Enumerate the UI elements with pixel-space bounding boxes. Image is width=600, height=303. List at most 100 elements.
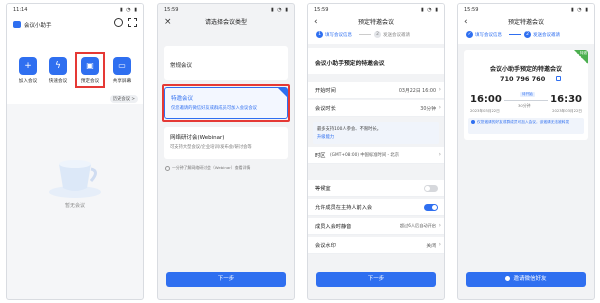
status-icons: ▮ ◔ ▮: [570, 7, 589, 13]
quick-meeting-label: 快速会议: [48, 79, 68, 84]
capacity-notice: 最多支持100人参会、不限时长。 升级能力: [313, 122, 439, 144]
mute-label: 成员入会时静音: [315, 224, 352, 230]
next-button[interactable]: 下一步: [316, 272, 436, 287]
option-webinar[interactable]: 网络研讨会(Webinar) 可支持大型会议/企业培训/发布会/研讨会等: [164, 127, 288, 159]
end-time: 16:30: [550, 94, 582, 105]
status-icons: ▮ ◔ ▮: [270, 7, 289, 13]
invite-notice-text: 仅您邀请的好友或群成员可加入会议，该邀请无法被转发: [477, 120, 570, 124]
duration-label: 会议时长: [315, 106, 336, 112]
timezone-row[interactable]: 时区 (GMT+08:00) 中国标准时间 - 北京 ›: [308, 147, 444, 164]
quick-meeting-button[interactable]: ϟ: [49, 57, 67, 75]
screen-schedule-form: 15:59 ▮ ◔ ▮ ‹ 预定特邀会议 1 填写会议信息 2 发送会议邀请 会…: [307, 3, 445, 300]
join-meeting-label: 加入会议: [18, 79, 38, 84]
start-time-label: 开始时间: [315, 88, 336, 94]
status-time: 15:59: [464, 7, 479, 13]
copy-icon[interactable]: [556, 76, 561, 81]
option-title: 特邀会议: [171, 96, 194, 102]
empty-cup-illustration: [49, 160, 101, 198]
info-icon: [165, 166, 170, 171]
app-title: 会议小助手: [24, 23, 52, 29]
schedule-meeting-label: 预定会议: [80, 79, 100, 84]
history-icon[interactable]: [114, 18, 123, 27]
start-time-value: 03月22日 16:00: [398, 89, 436, 94]
share-screen-label: 共享屏幕: [112, 79, 132, 84]
step-2-dot: 2: [524, 31, 531, 38]
page-title: 预定特邀会议: [507, 19, 544, 26]
join-meeting-button[interactable]: +: [19, 57, 37, 75]
wechat-icon: [505, 276, 511, 281]
start-time: 16:00: [470, 94, 502, 105]
watermark-label: 会议水印: [315, 243, 336, 249]
invite-badge-label: 特邀: [580, 51, 587, 55]
screen-share-icon: ▭: [118, 61, 126, 70]
step-divider: [359, 34, 371, 35]
option-desc: 可支持大型会议/企业培训/发布会/研讨会等: [170, 145, 252, 150]
start-date: 2023年03月22日: [470, 109, 500, 113]
chevron-right-icon: ›: [438, 104, 441, 111]
timezone-value: (GMT+08:00) 中国标准时间 - 北京: [330, 153, 400, 158]
end-date: 2023年03月22日: [552, 109, 582, 113]
lightning-icon: ϟ: [55, 61, 61, 71]
status-bar: 15:59 ▮ ◔ ▮: [158, 4, 294, 16]
status-icons: ▮ ◔ ▮: [119, 7, 138, 13]
webinar-learn-link[interactable]: 一分钟了解网络研讨会（Webinar）查看详情: [172, 165, 250, 171]
chevron-right-icon: ›: [438, 151, 441, 158]
option-invite-meeting[interactable]: 特邀会议 仅您邀请的微信好友或群成员可加入会议会议: [164, 87, 288, 119]
next-button[interactable]: 下一步: [166, 272, 286, 287]
schedule-meeting-button[interactable]: ▣: [81, 57, 99, 75]
upgrade-link[interactable]: 升级能力: [317, 134, 334, 140]
step-2-label: 发送会议邀请: [533, 33, 560, 38]
step-divider: [509, 34, 521, 35]
capacity-text: 最多支持100人参会、不限时长。: [317, 127, 382, 132]
screen-home: 11:14 ▮ ◔ ▮ 会议小助手 + 加入会议 ϟ 快速会议 ▣ 预定会议 ▭…: [6, 3, 144, 300]
option-regular-meeting[interactable]: 常规会议: [164, 46, 288, 80]
meeting-id: 710 796 760: [500, 75, 546, 83]
status-bar: 15:59 ▮ ◔ ▮: [458, 4, 594, 16]
option-title: 网络研讨会(Webinar): [170, 135, 225, 141]
status-icons: ▮ ◔ ▮: [420, 7, 439, 13]
scan-icon[interactable]: [128, 18, 137, 27]
waiting-room-label: 等候室: [315, 186, 331, 192]
app-logo: [13, 21, 21, 28]
meeting-card: 特邀 会议小助手预定的特邀会议 710 796 760 16:00 16:30 …: [464, 50, 588, 140]
timezone-label: 时区: [315, 153, 326, 159]
option-desc: 仅您邀请的微信好友或群成员可加入会议会议: [171, 106, 257, 111]
status-badge: 待开始: [520, 92, 535, 97]
start-time-row[interactable]: 开始时间 03月22日 16:00 ›: [308, 82, 444, 99]
status-time: 15:59: [314, 7, 329, 13]
share-screen-button[interactable]: ▭: [113, 57, 131, 75]
step-1-label: 填写会议信息: [325, 33, 352, 38]
watermark-row[interactable]: 会议水印 关闭 ›: [308, 237, 444, 254]
option-title: 常规会议: [170, 63, 193, 69]
allow-join-label: 允许成员在主持人前入会: [315, 205, 373, 211]
duration-row[interactable]: 会议时长 30分钟 ›: [308, 100, 444, 117]
mute-value: 超过6人后自动开启: [399, 223, 436, 228]
status-time: 11:14: [13, 7, 28, 13]
mute-row[interactable]: 成员入会时静音 超过6人后自动开启 ›: [308, 218, 444, 235]
invite-notice: 仅您邀请的好友或群成员可加入会议，该邀请无法被转发: [468, 118, 584, 134]
duration-label: 30分钟: [518, 103, 531, 108]
info-icon: [471, 120, 475, 124]
page-title: 请选择会议类型: [204, 19, 247, 26]
chevron-right-icon: ›: [438, 86, 441, 93]
status-bar: 15:59 ▮ ◔ ▮: [308, 4, 444, 16]
duration-value: 30分钟: [420, 107, 436, 112]
invite-wechat-button[interactable]: 邀请微信好友: [466, 272, 586, 287]
step-1-dot: ✓: [466, 31, 473, 38]
status-time: 15:59: [164, 7, 179, 13]
empty-state-text: 暂无会议: [64, 203, 85, 209]
allow-join-toggle[interactable]: [424, 204, 438, 211]
meeting-name: 会议小助手预定的特邀会议: [489, 66, 562, 73]
step-2-label: 发送会议邀请: [383, 33, 410, 38]
chevron-right-icon: ›: [438, 222, 441, 229]
history-meetings-link[interactable]: 历史会议 >: [109, 95, 138, 103]
step-1-label: 填写会议信息: [475, 33, 502, 38]
screen-meeting-type: 15:59 ▮ ◔ ▮ × 请选择会议类型 常规会议 特邀会议 仅您邀请的微信好…: [157, 3, 295, 300]
meeting-name-input[interactable]: 会议小助手预定的特邀会议: [315, 58, 385, 67]
invite-wechat-label: 邀请微信好友: [513, 276, 547, 282]
duration-line: [504, 100, 548, 101]
allow-join-row: 允许成员在主持人前入会: [308, 199, 444, 216]
screen-invite: 15:59 ▮ ◔ ▮ ‹ 预定特邀会议 ✓ 填写会议信息 2 发送会议邀请 特…: [457, 3, 595, 300]
step-1-dot: 1: [316, 31, 323, 38]
waiting-room-toggle[interactable]: [424, 185, 438, 192]
